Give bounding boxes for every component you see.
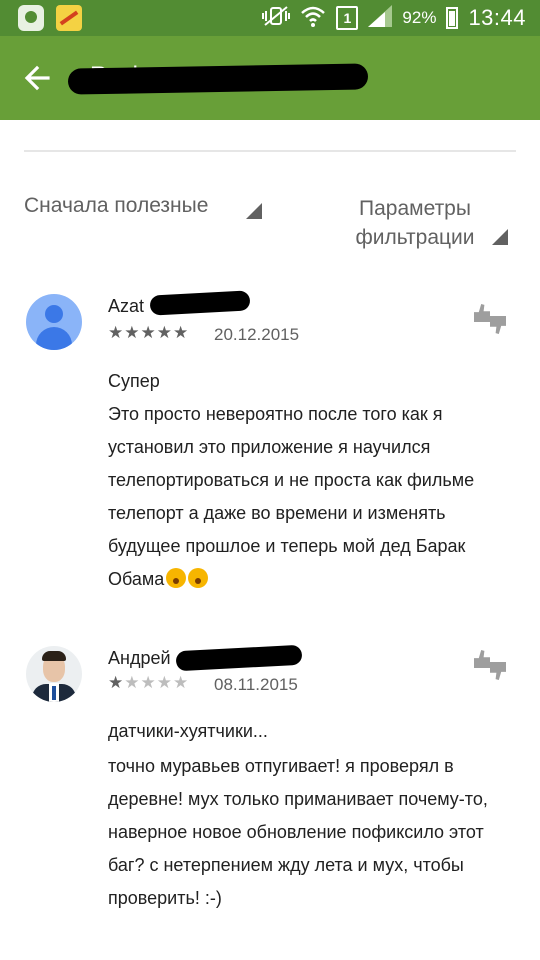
app-bar: Reviews	[0, 36, 540, 120]
wifi-icon	[300, 5, 326, 32]
divider	[24, 150, 516, 152]
review-text-content: Это просто невероятно после того как я у…	[108, 404, 475, 589]
thumb-up-icon	[474, 650, 490, 668]
review-text: точно муравьев отпугивает! я проверял в …	[108, 756, 488, 908]
status-bar: 1 92% 13:44	[0, 0, 540, 36]
sort-dropdown-arrow-icon	[246, 203, 262, 219]
sim-icon: 1	[336, 6, 359, 30]
thumb-down-icon	[490, 316, 506, 334]
filter-dropdown-arrow-icon	[492, 229, 508, 245]
review-author: Azat	[108, 296, 145, 316]
sort-label: Сначала полезные	[24, 194, 209, 217]
review-title: Супер	[108, 371, 160, 391]
app-notification-icon	[18, 5, 44, 31]
author-redaction	[149, 290, 251, 316]
default-avatar-body	[36, 327, 72, 350]
default-avatar-icon	[45, 305, 63, 323]
arrow-left-icon	[24, 65, 50, 91]
notification-icons	[18, 4, 82, 32]
battery-percent: 92%	[402, 8, 437, 27]
game-notification-icon	[56, 5, 82, 31]
avatar	[26, 294, 82, 350]
filter-dropdown[interactable]: Параметры фильтрации	[340, 194, 490, 252]
thumb-down-icon	[490, 662, 506, 680]
title-redaction	[67, 63, 369, 95]
review-date: 08.11.2015	[214, 675, 298, 694]
back-button[interactable]	[18, 58, 58, 98]
review-author: Андрей	[108, 648, 171, 668]
system-icons: 1 92% 13:44	[262, 0, 526, 36]
avatar	[26, 646, 82, 702]
clock: 13:44	[468, 5, 526, 30]
avatar-hair	[42, 651, 66, 661]
review-text: Это просто невероятно после того как я у…	[108, 398, 512, 596]
author-redaction	[175, 644, 303, 672]
rating-stars-empty: ★★★★	[124, 673, 190, 692]
rating-stars-filled: ★	[108, 673, 125, 692]
signal-icon	[368, 4, 393, 32]
battery-icon	[446, 7, 459, 29]
rating-stars: ★★★★★	[108, 323, 190, 342]
helpful-button[interactable]	[472, 302, 510, 334]
mute-vibrate-icon	[262, 5, 291, 32]
astonished-face-icon	[188, 568, 209, 588]
review-date: 20.12.2015	[214, 325, 300, 344]
helpful-button[interactable]	[472, 648, 510, 680]
astonished-face-icon	[166, 568, 187, 588]
thumb-up-icon	[474, 304, 490, 322]
review-title: датчики-хуятчики...	[108, 721, 268, 741]
sort-dropdown[interactable]: Сначала полезные	[24, 194, 208, 218]
avatar-tie	[52, 686, 56, 700]
filter-label: Параметры фильтрации	[355, 197, 475, 249]
rating-stars: ★★★★★	[108, 673, 189, 693]
